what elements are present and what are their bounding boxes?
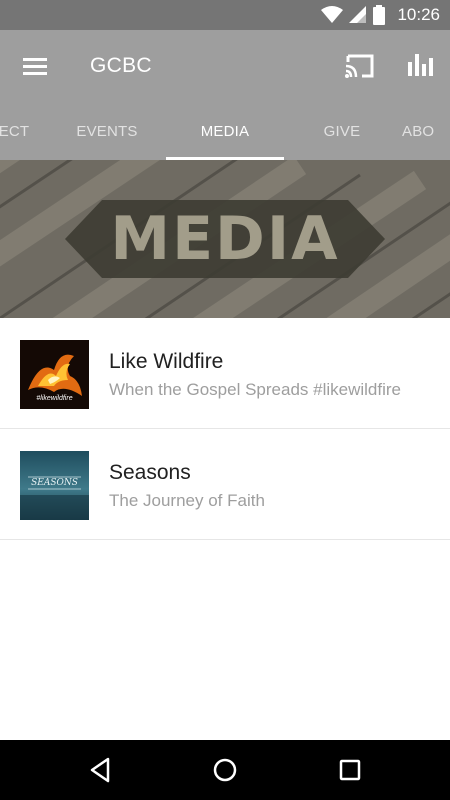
list-item[interactable]: #likewildfire Like Wildfire When the Gos… [0, 318, 450, 429]
cast-icon [345, 54, 374, 78]
item-title: Seasons [109, 461, 191, 484]
recents-button[interactable] [334, 754, 366, 786]
tab-give[interactable]: GIVE [283, 102, 401, 160]
thumbnail-text: #likewildfire [36, 395, 73, 402]
status-bar: 10:26 [0, 0, 450, 30]
menu-button[interactable] [18, 50, 52, 82]
home-icon [213, 758, 237, 782]
cast-button[interactable] [342, 50, 378, 82]
tab-events[interactable]: EVENTS [48, 102, 166, 160]
hero-title: MEDIA [110, 204, 340, 274]
tab-about[interactable]: ABO [402, 102, 450, 160]
wifi-icon [321, 6, 344, 23]
app-bar: GCBC [0, 30, 450, 102]
menu-icon [23, 58, 47, 75]
item-subtitle: When the Gospel Spreads #likewildfire [109, 380, 401, 399]
home-button[interactable] [209, 754, 241, 786]
tab-media[interactable]: MEDIA [166, 102, 284, 160]
status-icons: 10:26 [321, 0, 440, 30]
recents-icon [339, 759, 361, 781]
navigation-bar [0, 740, 450, 800]
stats-button[interactable] [404, 50, 436, 82]
thumbnail-seasons: SEASONS [20, 451, 89, 520]
thumbnail-text: SEASONS [31, 478, 78, 488]
battery-icon [373, 5, 386, 25]
thumbnail-like-wildfire: #likewildfire [20, 340, 89, 409]
tab-bar: ECT EVENTS MEDIA GIVE ABO [0, 102, 450, 160]
list-item[interactable]: SEASONS Seasons The Journey of Faith [0, 429, 450, 540]
hero-banner: MEDIA [0, 160, 450, 318]
back-icon [90, 757, 110, 783]
item-subtitle: The Journey of Faith [109, 491, 265, 510]
status-time: 10:26 [397, 5, 440, 24]
back-button[interactable] [84, 754, 116, 786]
app-title: GCBC [90, 54, 152, 77]
item-title: Like Wildfire [109, 350, 224, 373]
media-list: #likewildfire Like Wildfire When the Gos… [0, 318, 450, 540]
bar-chart-icon [408, 54, 433, 76]
signal-icon [349, 6, 367, 23]
